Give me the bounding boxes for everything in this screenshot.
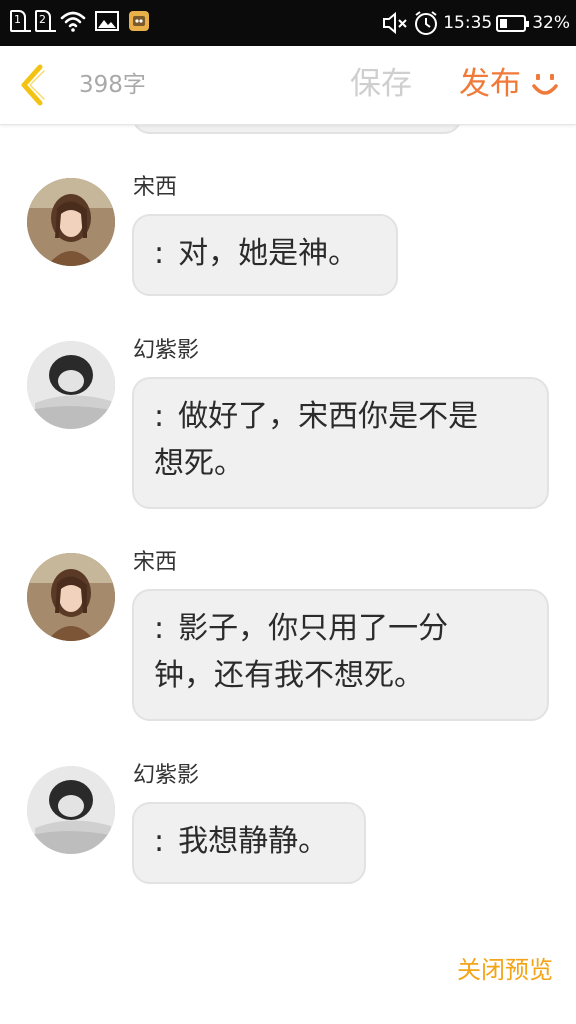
wifi-icon — [60, 11, 86, 32]
message-bubble: : 我想静静。 — [132, 802, 366, 884]
avatar — [27, 766, 115, 854]
save-button[interactable]: 保存 — [350, 64, 412, 104]
smile-icon[interactable] — [530, 70, 560, 102]
battery-icon — [496, 14, 530, 32]
battery-level-fill — [500, 18, 508, 28]
message-bubble: : 做好了，宋西你是不是 想死。 — [132, 377, 549, 509]
status-bar: 1 2 15:35 32% — [0, 0, 576, 46]
message-text-line: 想死。 — [154, 446, 244, 481]
alarm-icon — [415, 11, 438, 35]
battery-percent: 32% — [532, 13, 570, 33]
portrait-image — [27, 553, 115, 641]
chevron-left-icon — [21, 64, 45, 106]
message-bubble: : 对，她是神。 — [132, 214, 398, 296]
status-bar-left: 1 2 — [10, 10, 159, 32]
avatar — [27, 553, 115, 641]
sender-name: 幻紫影 — [133, 763, 200, 788]
portrait-image — [27, 766, 115, 854]
portrait-image — [27, 341, 115, 429]
message-prefix: : — [154, 824, 165, 859]
message-prefix: : — [154, 236, 165, 271]
word-count: 398字 — [79, 72, 146, 98]
message-prefix: : — [154, 611, 165, 646]
sender-name: 幻紫影 — [133, 338, 200, 363]
avatar — [27, 178, 115, 266]
message-text: 我想静静。 — [178, 824, 329, 859]
sender-name: 宋西 — [133, 550, 178, 575]
sim2-label: 2 — [39, 13, 46, 26]
chat-preview[interactable]: 宋西 : 对，她是神。 幻紫影 : 做好了，宋西你是不是 想死。 宋西: 影子… — [0, 124, 576, 1024]
clock-text: 15:35 — [443, 13, 493, 33]
message-text-line: 做好了，宋西你是不是 — [178, 399, 479, 434]
back-button[interactable] — [12, 61, 56, 109]
message-text-line: 钟，还有我不想死。 — [154, 658, 424, 693]
editor-header: 398字 保存 发布 — [0, 46, 576, 125]
message-text: 对，她是神。 — [178, 236, 359, 271]
close-preview-button[interactable]: 关闭预览 — [457, 954, 553, 986]
message-prefix: : — [154, 399, 165, 434]
image-icon — [95, 11, 119, 31]
portrait-image — [27, 178, 115, 266]
sim1-label: 1 — [14, 13, 21, 26]
message-bubble: : 影子，你只用了一分 钟，还有我不想死。 — [132, 589, 549, 721]
sender-name: 宋西 — [133, 175, 178, 200]
message-bubble-partial — [132, 124, 462, 134]
message-text-line: 影子，你只用了一分 — [178, 611, 449, 646]
mute-icon — [383, 11, 407, 35]
sim-card-icon: 2 — [35, 10, 56, 32]
sim-card-icon: 1 — [10, 10, 31, 32]
app-notification-icon — [129, 11, 149, 31]
publish-button[interactable]: 发布 — [459, 64, 521, 104]
avatar — [27, 341, 115, 429]
status-bar-right: 15:35 32% — [381, 0, 570, 46]
